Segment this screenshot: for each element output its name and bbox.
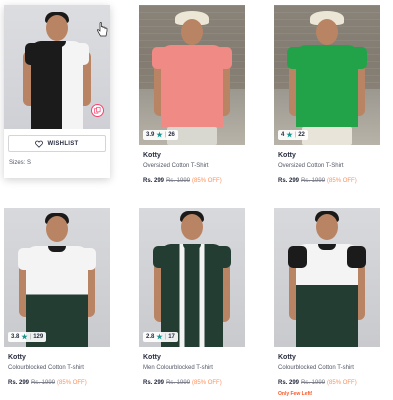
product-name: Men Colourblocked T-shirt [143,365,213,371]
sizes-text: Sizes: S [9,160,32,166]
product-price: Rs. 299 Rs. 1999 (85% OFF) [143,178,222,184]
model-figure [150,210,234,347]
product-card[interactable]: 2.8 ★ | 17 Kotty Men Colourblocked T-shirt … [139,208,245,387]
pointer-hand-icon [97,22,108,37]
product-name: Oversized Cotton T-Shirt [278,163,344,169]
product-image[interactable] [274,208,380,347]
star-icon: ★ [156,132,163,139]
heart-icon [35,140,44,148]
product-image[interactable] [4,5,110,129]
product-name: Oversized Cotton T-Shirt [143,163,209,169]
product-price: Rs. 299 Rs. 1999 (85% OFF) [278,380,357,386]
product-image[interactable]: 2.8 ★ | 17 [139,208,245,347]
product-card[interactable]: Kotty Colourblocked Cotton T-shirt Rs. 2… [274,208,380,397]
model-figure [17,11,97,129]
product-brand: Kotty [8,354,26,361]
product-brand: Kotty [143,152,161,159]
product-name: Colourblocked Cotton T-shirt [8,365,84,371]
model-figure [15,212,99,347]
star-icon: ★ [21,334,28,341]
star-icon: ★ [286,132,293,139]
stock-warning: Only Few Left! [278,391,313,397]
product-price: Rs. 299 Rs. 1999 (85% OFF) [8,380,87,386]
product-price: Rs. 299 Rs. 1999 (85% OFF) [143,380,222,386]
product-brand: Kotty [278,354,296,361]
rating-badge: 3.8 ★ | 129 [8,332,47,342]
product-card[interactable]: 3.9 ★ | 26 Kotty Oversized Cotton T-Shirt R… [139,5,245,185]
product-card[interactable]: 4 ★ | 22 Kotty Oversized Cotton T-Shirt Rs.… [274,5,380,185]
model-figure [150,9,234,145]
model-figure [285,9,369,145]
product-brand: Kotty [143,354,161,361]
wishlist-label: WISHLIST [47,140,79,147]
product-brand: Kotty [278,152,296,159]
product-card[interactable]: 3.8 ★ | 129 Kotty Colourblocked Cotton T-sh… [4,208,110,387]
product-image[interactable]: 3.9 ★ | 26 [139,5,245,145]
rating-badge: 3.9 ★ | 26 [143,130,178,140]
rating-badge: 2.8 ★ | 17 [143,332,178,342]
rating-badge: 4 ★ | 22 [278,130,308,140]
product-name: Colourblocked Cotton T-shirt [278,365,354,371]
wishlist-button[interactable]: WISHLIST [8,135,106,152]
star-icon: ★ [156,334,163,341]
view-similar-icon[interactable] [91,104,104,117]
product-price: Rs. 299 Rs. 1999 (85% OFF) [278,178,357,184]
model-figure [285,210,369,347]
product-image[interactable]: 3.8 ★ | 129 [4,208,110,347]
product-card[interactable]: WISHLIST Sizes: S [4,5,110,178]
product-image[interactable]: 4 ★ | 22 [274,5,380,145]
